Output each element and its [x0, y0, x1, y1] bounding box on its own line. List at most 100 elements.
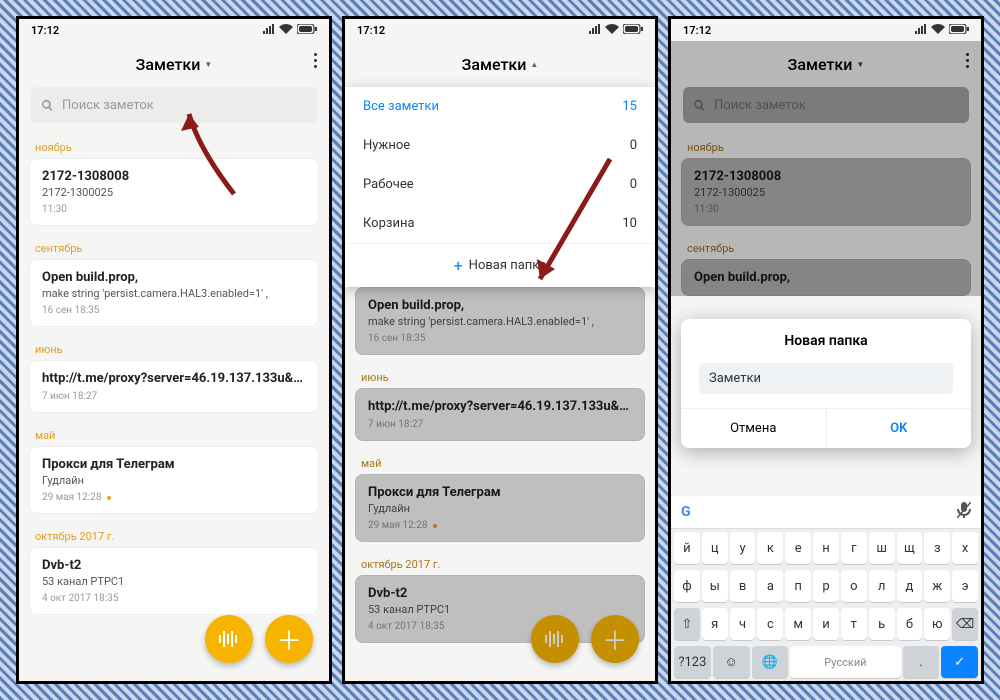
key-р[interactable]: р: [813, 570, 839, 602]
header-title-dropdown[interactable]: Заметки ▲: [462, 55, 539, 74]
new-note-button: ＋: [591, 615, 639, 663]
month-header: май: [345, 447, 655, 474]
key-ж[interactable]: ж: [924, 570, 950, 602]
voice-note-button[interactable]: [205, 615, 253, 663]
space-key[interactable]: Русский: [790, 646, 900, 678]
keyboard-suggestion-bar: G: [671, 496, 981, 529]
new-note-button[interactable]: ＋: [265, 615, 313, 663]
key-х[interactable]: х: [952, 532, 978, 564]
key-э[interactable]: э: [952, 570, 978, 602]
key-ю[interactable]: ю: [924, 608, 950, 640]
key-г[interactable]: г: [841, 532, 867, 564]
folder-name-input[interactable]: Заметки: [699, 363, 953, 394]
language-key[interactable]: 🌐: [752, 646, 789, 678]
note-card[interactable]: Прокси для Телеграм Гудлайн 29 мая 12:28: [29, 446, 319, 514]
key-з[interactable]: з: [924, 532, 950, 564]
backspace-key[interactable]: ⌫: [952, 608, 978, 640]
folder-label: Корзина: [363, 216, 415, 231]
key-а[interactable]: а: [757, 570, 783, 602]
note-subtitle: Гудлайн: [368, 502, 632, 515]
wifi-icon: [279, 24, 293, 37]
note-card[interactable]: Dvb-t2 53 канал PTPC1 4 окт 2017 18:35: [29, 547, 319, 615]
folder-item-all[interactable]: Все заметки 15: [345, 87, 655, 126]
note-subtitle: make string 'persist.camera.HAL3.enabled…: [42, 287, 306, 300]
header-title-text: Заметки: [462, 55, 527, 74]
dialog-title: Новая папка: [681, 319, 971, 363]
key-л[interactable]: л: [869, 570, 895, 602]
key-в[interactable]: в: [730, 570, 756, 602]
key-ф[interactable]: ф: [674, 570, 700, 602]
ok-button[interactable]: OK: [826, 409, 972, 448]
folder-label: Нужное: [363, 138, 410, 153]
key-ы[interactable]: ы: [702, 570, 728, 602]
key-н[interactable]: н: [813, 532, 839, 564]
note-card[interactable]: 2172-1308008 2172-1300025 11:30: [29, 158, 319, 226]
enter-key[interactable]: ✓: [941, 646, 978, 678]
mode-switch-key[interactable]: ?123: [674, 646, 711, 678]
fab-container: ＋: [205, 615, 313, 663]
folder-item[interactable]: Рабочее 0: [345, 165, 655, 204]
fab-container: ＋: [531, 615, 639, 663]
note-title: Dvb-t2: [42, 558, 306, 573]
note-title: Прокси для Телеграм: [368, 485, 632, 500]
app-header: Заметки ▲: [345, 41, 655, 87]
key-б[interactable]: б: [897, 608, 923, 640]
folder-count: 10: [622, 216, 637, 231]
key-й[interactable]: й: [674, 532, 700, 564]
note-card[interactable]: http://t.me/proxy?server=46.19.137.133u&…: [29, 360, 319, 413]
cancel-button[interactable]: Отмена: [681, 409, 826, 448]
key-и[interactable]: и: [813, 608, 839, 640]
note-subtitle: make string 'persist.camera.HAL3.enabled…: [368, 315, 632, 328]
notes-list[interactable]: ноябрь 2172-1308008 2172-1300025 11:30 с…: [19, 131, 329, 615]
search-input[interactable]: Поиск заметок: [31, 87, 317, 123]
period-key[interactable]: .: [903, 646, 940, 678]
note-title: Open build.prop,: [368, 298, 632, 313]
plus-icon: +: [454, 256, 463, 275]
key-е[interactable]: е: [785, 532, 811, 564]
reminder-dot-icon: [433, 524, 437, 528]
status-time: 17:12: [683, 24, 711, 37]
header-title-dropdown[interactable]: Заметки ▼: [136, 55, 213, 74]
note-card[interactable]: Open build.prop, make string 'persist.ca…: [29, 259, 319, 327]
key-п[interactable]: п: [785, 570, 811, 602]
overflow-menu-icon[interactable]: [314, 53, 317, 68]
google-logo-icon[interactable]: G: [681, 504, 691, 520]
key-ш[interactable]: ш: [869, 532, 895, 564]
key-м[interactable]: м: [785, 608, 811, 640]
battery-icon: [623, 24, 643, 37]
folder-item[interactable]: Нужное 0: [345, 126, 655, 165]
wifi-icon: [605, 24, 619, 37]
note-card: http://t.me/proxy?server=46.19.137.133u&…: [355, 388, 645, 441]
note-time: 11:30: [42, 204, 306, 215]
key-я[interactable]: я: [702, 608, 728, 640]
shift-key[interactable]: ⇧: [674, 608, 700, 640]
status-icons: [915, 24, 969, 37]
folder-label: Рабочее: [363, 177, 414, 192]
key-ц[interactable]: ц: [702, 532, 728, 564]
key-д[interactable]: д: [897, 570, 923, 602]
mic-icon[interactable]: [957, 502, 971, 522]
emoji-key[interactable]: ☺: [713, 646, 750, 678]
header-title-text: Заметки: [788, 55, 853, 74]
note-time: 29 мая 12:28: [42, 492, 101, 503]
search-icon: [41, 99, 54, 112]
new-folder-label: Новая папка: [469, 258, 547, 273]
wifi-icon: [931, 24, 945, 37]
key-о[interactable]: о: [841, 570, 867, 602]
key-щ[interactable]: щ: [897, 532, 923, 564]
status-time: 17:12: [357, 24, 385, 37]
key-ь[interactable]: ь: [869, 608, 895, 640]
voice-note-button: [531, 615, 579, 663]
key-с[interactable]: с: [757, 608, 783, 640]
key-к[interactable]: к: [757, 532, 783, 564]
note-title: 2172-1308008: [42, 169, 306, 184]
key-т[interactable]: т: [841, 608, 867, 640]
folder-item-trash[interactable]: Корзина 10: [345, 204, 655, 243]
month-header: октябрь 2017 г.: [19, 520, 329, 547]
month-header: июнь: [345, 361, 655, 388]
new-folder-button[interactable]: + Новая папка: [345, 243, 655, 287]
key-у[interactable]: у: [730, 532, 756, 564]
note-card: Прокси для Телеграм Гудлайн 29 мая 12:28: [355, 474, 645, 542]
key-ч[interactable]: ч: [730, 608, 756, 640]
month-header: ноябрь: [19, 131, 329, 158]
